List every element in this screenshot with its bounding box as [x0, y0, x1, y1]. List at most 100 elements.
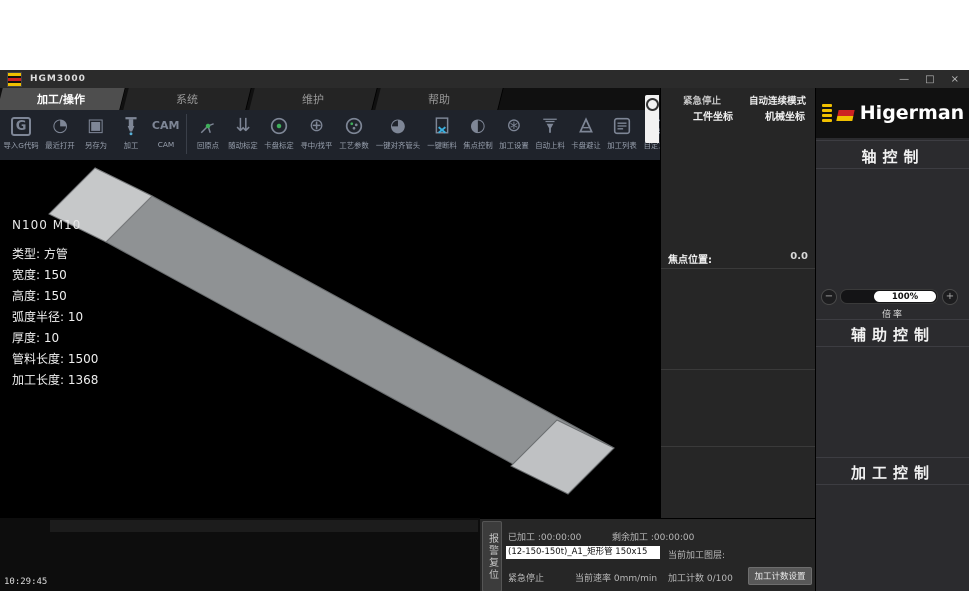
one-key-cut-label: 一键断料 — [427, 140, 456, 150]
align-tube-head-button[interactable]: ◕一键对齐管头 — [372, 110, 424, 151]
process-params-icon — [345, 113, 363, 139]
app-logo-icon — [7, 72, 22, 87]
focus-position-value: 0.0 — [790, 251, 808, 262]
auto-loading-button[interactable]: 自动上料 — [532, 110, 568, 151]
alarm-table-header — [50, 520, 478, 532]
follow-calibration-icon: ⇊ — [236, 113, 251, 139]
process-label: 加工 — [123, 140, 138, 150]
follow-calibration-button[interactable]: ⇊随动标定 — [225, 110, 261, 151]
focus-control-icon: ◐ — [470, 113, 486, 139]
override-minus-button[interactable]: − — [821, 289, 837, 305]
auto-loading-icon — [541, 113, 559, 139]
current-file-field[interactable]: (12-150-150t)_A1_矩形管 150x15 — [506, 546, 660, 559]
chuck-calibration-label: 卡盘标定 — [264, 140, 293, 150]
machine-state: 紧急停止 — [508, 571, 544, 584]
import-gcode-icon: G — [11, 113, 32, 139]
process-settings-button[interactable]: ⊛加工设置 — [496, 110, 532, 151]
align-tube-head-label: 一键对齐管头 — [376, 140, 420, 150]
menu-tab-label: 加工/操作 — [37, 91, 85, 107]
chuck-avoidance-icon — [577, 113, 595, 139]
override-slider[interactable]: 100% — [840, 289, 938, 304]
process-list-label: 加工列表 — [607, 140, 636, 150]
clock-time: 10:29:45 — [4, 577, 47, 587]
program-line: N100 M10 — [12, 218, 81, 232]
emergency-stop-status[interactable]: 紧急停止 — [683, 93, 721, 107]
tube-info-0: 类型: 方管 — [12, 244, 98, 265]
machine-coord-header: 机械坐标 — [765, 108, 805, 123]
coordinate-panel: 紧急停止 自动连续模式 工件坐标 机械坐标 焦点位置: 0.0 — [660, 88, 816, 518]
title-bar: HGM3000 — □ × — [0, 70, 969, 88]
brand-logo: Higerman — [816, 88, 969, 138]
log-alarm-panel: 10:29:45 — [0, 518, 480, 591]
menu-tab-0[interactable]: 加工/操作 — [0, 88, 126, 110]
follow-calibration-label: 随动标定 — [228, 140, 257, 150]
override-value[interactable]: 100% — [874, 291, 936, 302]
chuck-calibration-button[interactable]: 卡盘标定 — [261, 110, 297, 151]
process-button[interactable]: 加工 — [113, 110, 148, 151]
save-as-button[interactable]: ▣另存为 — [78, 110, 113, 151]
recent-open-label: 最近打开 — [45, 140, 74, 150]
menu-tab-label: 系统 — [176, 91, 198, 107]
current-speed: 当前速率 0mm/min — [575, 571, 657, 584]
process-icon — [122, 113, 140, 139]
chuck-calibration-icon — [270, 113, 288, 139]
auto-continuous-mode-button[interactable]: 自动连续模式 — [749, 93, 806, 107]
axis-control-title: 轴控制 — [816, 146, 969, 167]
chuck-avoidance-label: 卡盘避让 — [571, 140, 600, 150]
menu-tab-2[interactable]: 维护 — [249, 88, 377, 110]
process-params-label: 工艺参数 — [339, 140, 368, 150]
recent-open-button[interactable]: ◔最近打开 — [42, 110, 78, 151]
tube-info-1: 宽度: 150 — [12, 265, 98, 286]
layer-label: 当前加工图层: — [668, 548, 725, 561]
brand-bars-icon — [822, 104, 832, 122]
menu-tab-1[interactable]: 系统 — [123, 88, 251, 110]
focus-control-label: 焦点控制 — [463, 140, 492, 150]
tube-info-3: 弧度半径: 10 — [12, 307, 98, 328]
tube-info-2: 高度: 150 — [12, 286, 98, 307]
save-as-label: 另存为 — [85, 140, 107, 150]
cam-button[interactable]: CAMCAM — [148, 110, 183, 149]
import-gcode-button[interactable]: G导入G代码 — [0, 110, 42, 151]
count-settings-button[interactable]: 加工计数设置 — [748, 567, 812, 585]
center-leveling-label: 寻中/找平 — [301, 140, 333, 150]
process-list-icon — [613, 113, 631, 139]
home-origin-button[interactable]: 回原点 — [190, 110, 225, 151]
home-origin-label: 回原点 — [197, 140, 219, 150]
save-as-icon: ▣ — [87, 113, 104, 139]
tube-3d-viewport[interactable]: N100 M10 类型: 方管宽度: 150高度: 150弧度半径: 10厚度:… — [0, 160, 660, 518]
menu-tab-3[interactable]: 帮助 — [375, 88, 503, 110]
brand-name: Higerman — [860, 102, 964, 124]
chuck-avoidance-button[interactable]: 卡盘避让 — [568, 110, 604, 151]
process-settings-label: 加工设置 — [499, 140, 528, 150]
one-key-cut-button[interactable]: 一键断料 — [424, 110, 460, 151]
recent-open-icon: ◔ — [52, 113, 68, 139]
tube-info-list: 类型: 方管宽度: 150高度: 150弧度半径: 10厚度: 10管料长度: … — [12, 244, 98, 391]
proc-control-title: 加工控制 — [816, 462, 969, 483]
work-coord-header: 工件坐标 — [693, 108, 733, 123]
process-params-button[interactable]: 工艺参数 — [336, 110, 372, 151]
center-leveling-button[interactable]: ⊕寻中/找平 — [297, 110, 336, 151]
import-gcode-label: 导入G代码 — [4, 140, 39, 150]
tube-info-4: 厚度: 10 — [12, 328, 98, 349]
tube-info-6: 加工长度: 1368 — [12, 370, 98, 391]
menu-tab-label: 维护 — [302, 91, 324, 107]
cam-label: CAM — [157, 140, 174, 148]
close-icon[interactable]: × — [951, 74, 959, 85]
home-origin-icon — [199, 113, 217, 139]
toolbar-divider — [186, 114, 187, 154]
app-window: HGM3000 — □ × 加工/操作系统维护帮助 G导入G代码◔最近打开▣另存… — [0, 0, 969, 591]
focus-control-button[interactable]: ◐焦点控制 — [460, 110, 496, 151]
tube-3d-view[interactable] — [0, 160, 660, 518]
toolbar-overflow-strip[interactable] — [645, 95, 659, 143]
tube-info-5: 管料长度: 1500 — [12, 349, 98, 370]
brand-flag-icon — [836, 105, 855, 121]
remaining-time: 剩余加工 :00:00:00 — [612, 530, 694, 543]
maximize-icon[interactable]: □ — [925, 74, 934, 85]
one-key-cut-icon — [434, 113, 450, 139]
override-plus-button[interactable]: + — [942, 289, 958, 305]
process-list-button[interactable]: 加工列表 — [604, 110, 640, 151]
center-leveling-icon: ⊕ — [309, 113, 324, 139]
alarm-reset-button[interactable]: 报警复位 — [482, 521, 502, 591]
auto-loading-label: 自动上料 — [535, 140, 564, 150]
minimize-icon[interactable]: — — [899, 74, 909, 85]
